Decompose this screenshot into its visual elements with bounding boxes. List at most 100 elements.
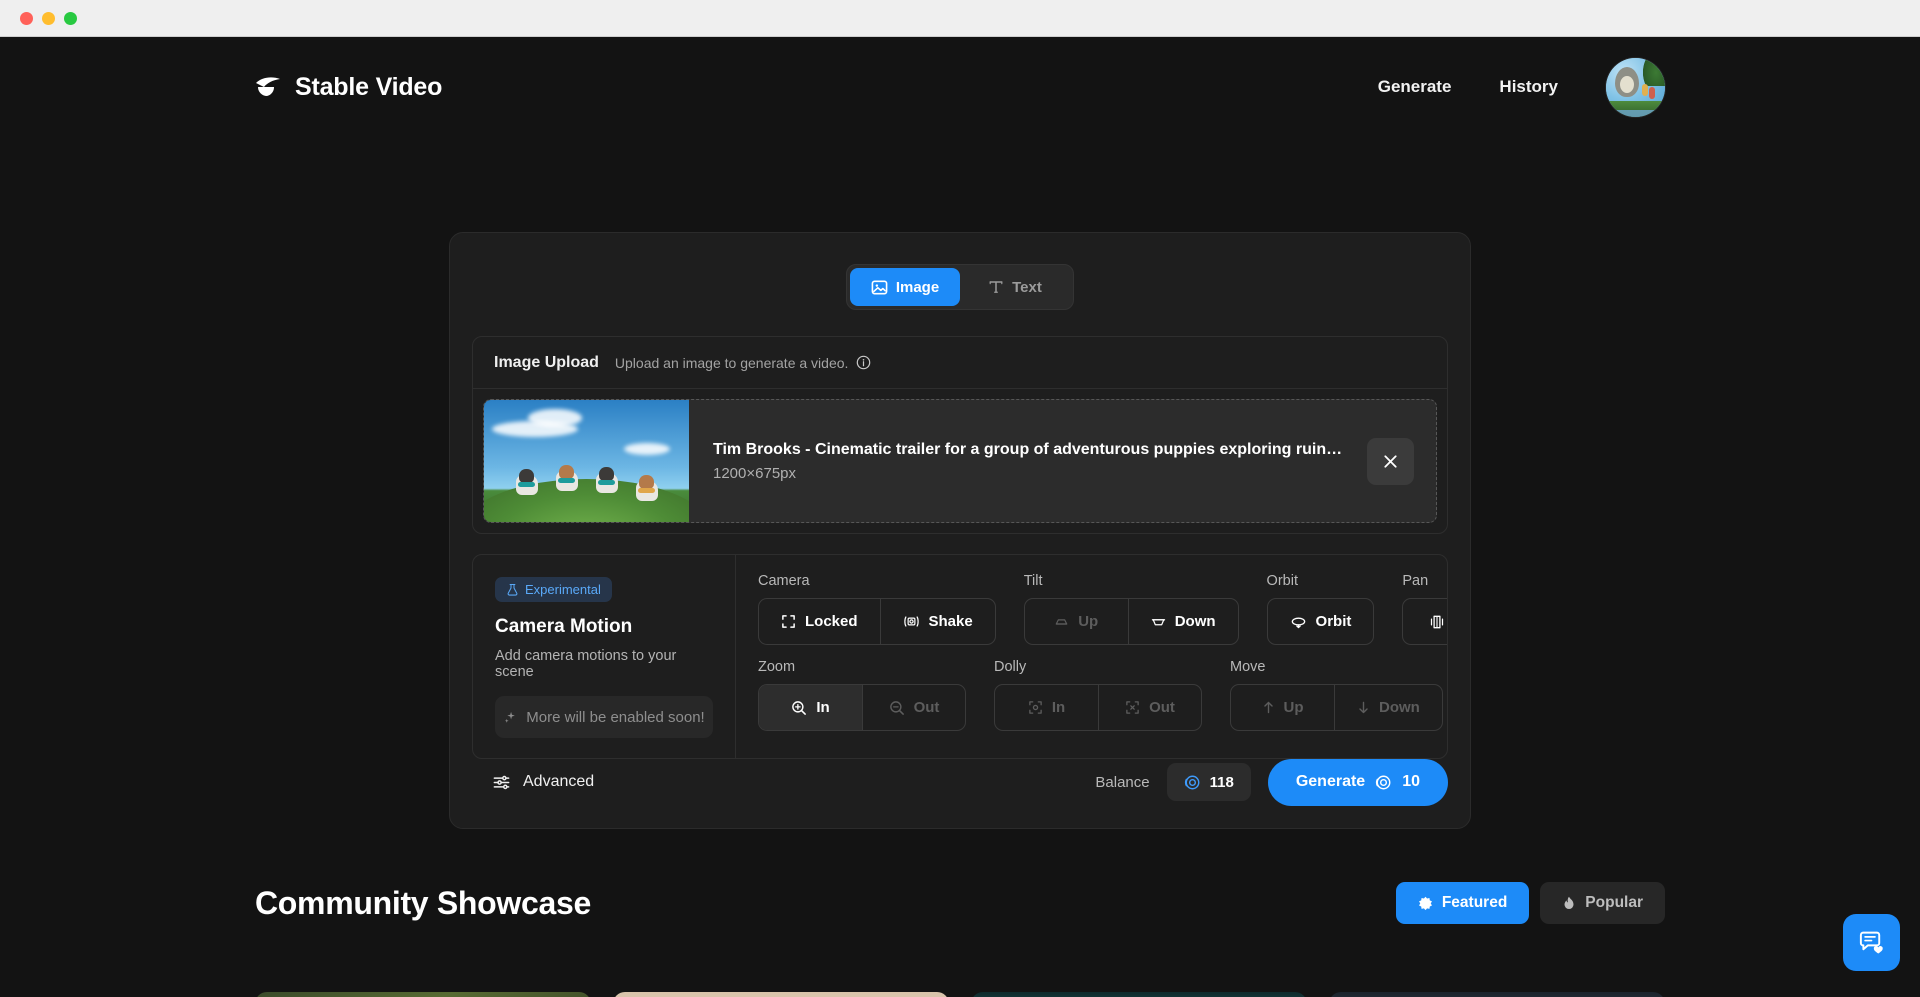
tilt-up-icon xyxy=(1054,615,1069,629)
showcase-card-elephant[interactable] xyxy=(613,992,949,997)
stable-video-logo-icon xyxy=(255,74,282,100)
image-upload-title: Image Upload xyxy=(494,354,599,372)
tilt-group-segment: Up Down xyxy=(1024,598,1239,645)
move-group-segment: Up Down xyxy=(1230,684,1443,731)
camera-group: Camera Locked xyxy=(758,573,996,645)
dolly-out-label: Out xyxy=(1149,699,1175,716)
close-icon xyxy=(1381,452,1400,471)
chat-heart-icon xyxy=(1857,928,1886,957)
image-dropzone[interactable]: Tim Brooks - Cinematic trailer for a gro… xyxy=(483,399,1437,523)
tab-image-label: Image xyxy=(896,279,939,296)
generate-label: Generate xyxy=(1296,773,1365,791)
text-icon xyxy=(988,279,1004,295)
zoom-out-button[interactable]: Out xyxy=(862,685,965,730)
pan-group: Pan Pan xyxy=(1402,573,1448,645)
tilt-down-icon xyxy=(1151,615,1166,629)
filter-popular[interactable]: Popular xyxy=(1540,882,1665,924)
tab-text[interactable]: Text xyxy=(960,268,1070,306)
mode-tab-group: Image Text xyxy=(846,264,1074,310)
chat-support-button[interactable] xyxy=(1843,914,1900,971)
balance-label: Balance xyxy=(1095,774,1149,791)
image-upload-subtitle-text: Upload an image to generate a video. xyxy=(615,355,849,371)
dolly-group-segment: In Out xyxy=(994,684,1202,731)
footer-actions: Balance 118 Generate xyxy=(1095,759,1448,806)
generator-card: Image Text Image Upload Upload an image … xyxy=(449,232,1471,829)
move-down-button[interactable]: Down xyxy=(1334,685,1442,730)
balance-pill[interactable]: 118 xyxy=(1167,763,1251,801)
showcase-card-grid xyxy=(255,992,1665,997)
info-icon[interactable] xyxy=(856,355,871,370)
lock-frame-icon xyxy=(781,614,796,629)
zoom-in-icon xyxy=(791,700,807,716)
generate-cost: 10 xyxy=(1402,773,1420,791)
camera-shake-button[interactable]: Shake xyxy=(880,599,995,644)
more-enabled-soon-label: More will be enabled soon! xyxy=(526,709,704,726)
pan-button[interactable]: Pan xyxy=(1403,599,1448,644)
showcase-card-oranges[interactable] xyxy=(255,992,591,997)
dolly-in-button[interactable]: In xyxy=(995,685,1098,730)
orbit-button[interactable]: Orbit xyxy=(1268,599,1374,644)
top-navigation: Stable Video Generate History xyxy=(0,37,1920,137)
camera-motion-controls: Camera Locked xyxy=(736,555,1448,758)
avatar[interactable] xyxy=(1606,58,1665,117)
tilt-group-label: Tilt xyxy=(1024,573,1239,589)
nav-link-generate[interactable]: Generate xyxy=(1378,77,1452,97)
camera-locked-label: Locked xyxy=(805,613,858,630)
generate-button[interactable]: Generate 10 xyxy=(1268,759,1448,806)
community-showcase-header: Community Showcase Featured Popular xyxy=(255,882,1665,924)
window-minimize-button[interactable] xyxy=(42,12,55,25)
window-close-button[interactable] xyxy=(20,12,33,25)
showcase-card-alley[interactable] xyxy=(1329,992,1665,997)
more-enabled-soon-button: More will be enabled soon! xyxy=(495,696,713,738)
advanced-button[interactable]: Advanced xyxy=(492,773,594,792)
dolly-out-icon xyxy=(1125,700,1140,715)
uploaded-image-thumbnail xyxy=(484,399,689,523)
camera-locked-button[interactable]: Locked xyxy=(759,599,880,644)
window-zoom-button[interactable] xyxy=(64,12,77,25)
showcase-filters: Featured Popular xyxy=(1396,882,1665,924)
orbit-icon xyxy=(1290,615,1307,629)
move-up-button[interactable]: Up xyxy=(1231,685,1334,730)
dolly-in-label: In xyxy=(1052,699,1065,716)
tab-image[interactable]: Image xyxy=(850,268,960,306)
showcase-card-ice[interactable] xyxy=(971,992,1307,997)
filter-featured[interactable]: Featured xyxy=(1396,882,1529,924)
tab-text-label: Text xyxy=(1012,279,1042,296)
balance-value: 118 xyxy=(1210,774,1234,791)
dolly-in-icon xyxy=(1028,700,1043,715)
app-page: Stable Video Generate History xyxy=(0,37,1920,997)
zoom-out-icon xyxy=(889,700,905,716)
brand-logo[interactable]: Stable Video xyxy=(255,73,442,102)
zoom-in-button[interactable]: In xyxy=(759,685,862,730)
orbit-label: Orbit xyxy=(1316,613,1352,630)
camera-shake-label: Shake xyxy=(929,613,973,630)
remove-image-button[interactable] xyxy=(1367,438,1414,485)
experimental-badge-label: Experimental xyxy=(525,582,601,597)
image-upload-panel: Image Upload Upload an image to generate… xyxy=(472,336,1448,534)
orbit-group-label: Orbit xyxy=(1267,573,1375,589)
fire-icon xyxy=(1562,896,1576,911)
tilt-up-button[interactable]: Up xyxy=(1025,599,1128,644)
motion-row-2: Zoom In xyxy=(758,659,1448,731)
zoom-group-segment: In Out xyxy=(758,684,966,731)
tilt-down-button[interactable]: Down xyxy=(1128,599,1238,644)
motion-row-1: Camera Locked xyxy=(758,573,1448,645)
filter-featured-label: Featured xyxy=(1442,894,1507,912)
move-group-label: Move xyxy=(1230,659,1443,675)
move-group: Move Up xyxy=(1230,659,1443,731)
move-up-label: Up xyxy=(1284,699,1304,716)
badge-icon xyxy=(1418,896,1433,911)
sliders-icon xyxy=(492,773,511,792)
move-down-label: Down xyxy=(1379,699,1420,716)
uploaded-file-meta: Tim Brooks - Cinematic trailer for a gro… xyxy=(689,441,1367,482)
orbit-group: Orbit Orbit xyxy=(1267,573,1375,645)
filter-popular-label: Popular xyxy=(1585,894,1643,912)
pan-icon xyxy=(1430,614,1444,630)
zoom-in-label: In xyxy=(816,699,829,716)
uploaded-file-dimensions: 1200×675px xyxy=(713,465,1343,482)
nav-link-history[interactable]: History xyxy=(1499,77,1558,97)
arrow-up-icon xyxy=(1262,700,1275,715)
dolly-out-button[interactable]: Out xyxy=(1098,685,1201,730)
flask-icon xyxy=(506,583,519,596)
orbit-group-segment: Orbit xyxy=(1267,598,1375,645)
